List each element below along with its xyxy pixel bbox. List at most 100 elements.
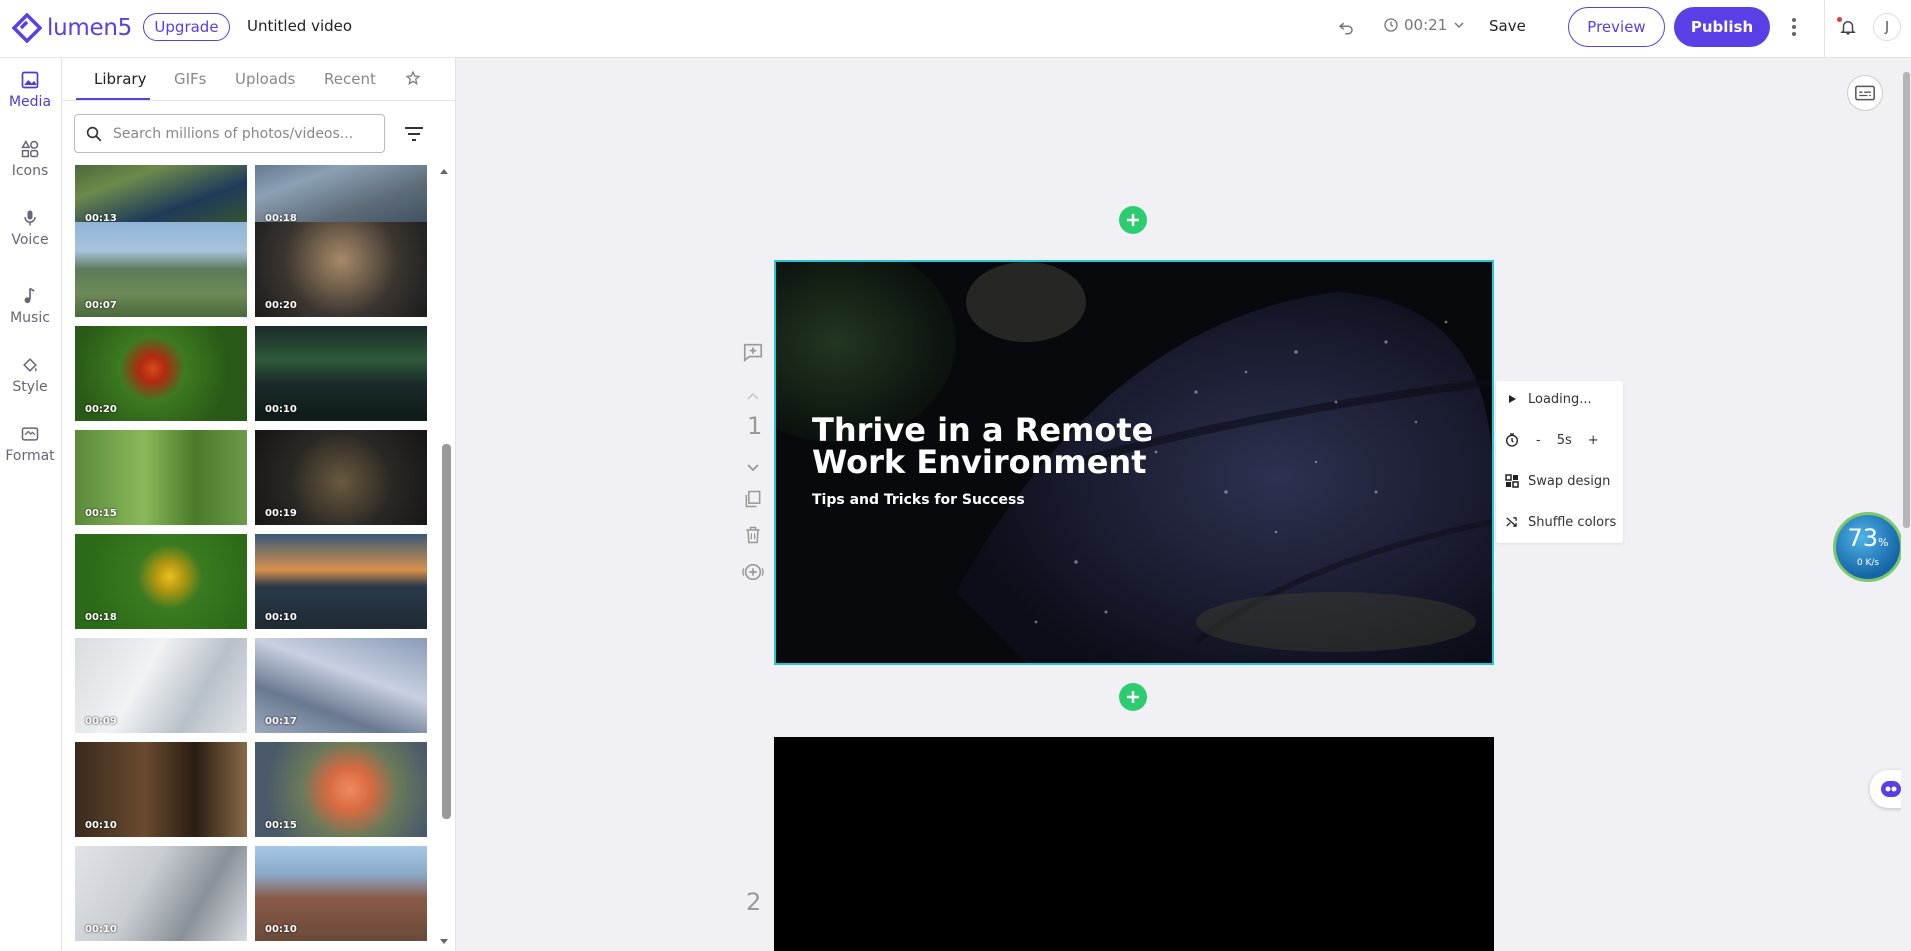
tab-gifs[interactable]: GIFs: [174, 70, 207, 88]
copy-icon: [745, 490, 761, 508]
tab-recent[interactable]: Recent: [324, 70, 376, 88]
rail-item-label: Format: [5, 448, 55, 464]
rail-item-label: Icons: [11, 163, 49, 179]
thumbnail-duration: 00:15: [265, 820, 297, 831]
add-element-button[interactable]: [741, 561, 765, 587]
media-thumbnail[interactable]: 00:18: [255, 165, 427, 230]
thumbnail-duration: 00:18: [85, 612, 117, 623]
undo-button[interactable]: [1333, 14, 1359, 40]
add-text-button[interactable]: [742, 341, 764, 367]
play-scene-button[interactable]: Loading...: [1496, 381, 1623, 417]
comment-plus-icon: [743, 343, 763, 362]
shapes-icon: [21, 139, 39, 158]
add-scene-button[interactable]: [1119, 683, 1147, 711]
speed-percent: 73: [1847, 524, 1879, 552]
duplicate-scene-button[interactable]: [743, 489, 763, 513]
media-thumbnail[interactable]: 00:10: [75, 846, 247, 941]
publish-button[interactable]: Publish: [1674, 7, 1770, 47]
rail-item-style[interactable]: Style: [0, 345, 60, 405]
speed-rate: 0 K/s: [1856, 558, 1880, 568]
media-thumbnail[interactable]: 00:10: [255, 846, 427, 941]
thumbnail-duration: 00:20: [85, 404, 117, 415]
more-options-button[interactable]: [1785, 15, 1803, 39]
media-scrollbar[interactable]: [437, 165, 453, 951]
delete-scene-button[interactable]: [743, 525, 763, 549]
media-thumbnail[interactable]: 00:19: [255, 430, 427, 525]
media-thumbnail[interactable]: 00:17: [255, 638, 427, 733]
rail-item-format[interactable]: Format: [0, 414, 60, 474]
duration-increase-button[interactable]: +: [1588, 433, 1599, 448]
search-input[interactable]: [113, 125, 363, 142]
scene-title-line-2: Work Environment: [812, 443, 1147, 481]
thumbnail-duration: 00:10: [85, 820, 117, 831]
aspect-ratio-icon: [21, 427, 39, 441]
media-thumbnail[interactable]: 00:13: [75, 165, 247, 230]
rail-item-music[interactable]: Music: [0, 276, 60, 336]
media-thumbnail[interactable]: 00:07: [75, 222, 247, 317]
paint-bucket-icon: [23, 358, 37, 372]
media-thumbnail[interactable]: 00:15: [75, 430, 247, 525]
scroll-thumb[interactable]: [442, 444, 451, 819]
thumbnail-duration: 00:10: [265, 404, 297, 415]
filter-button[interactable]: [402, 122, 426, 146]
scene-2-canvas[interactable]: [774, 737, 1494, 951]
swap-design-label: Swap design: [1528, 473, 1611, 489]
scene-1-canvas[interactable]: Thrive in a Remote Work Environment Tips…: [774, 260, 1494, 665]
layout-grid-icon: [1505, 474, 1519, 488]
play-icon: [1509, 395, 1516, 403]
music-note-icon: [24, 287, 35, 304]
duration-decrease-button[interactable]: -: [1536, 433, 1541, 448]
tab-favorites[interactable]: [405, 70, 421, 90]
rail-item-label: Media: [8, 94, 52, 110]
network-speed-widget[interactable]: 73% 0 K/s: [1833, 512, 1903, 582]
video-title[interactable]: Untitled video: [247, 17, 352, 35]
robot-face-icon: [1880, 781, 1901, 797]
thumbnail-duration: 00:07: [85, 300, 117, 311]
tab-library[interactable]: Library: [94, 70, 146, 88]
subtitles-button[interactable]: [1847, 75, 1883, 111]
rail-item-media[interactable]: Media: [0, 60, 60, 120]
save-button[interactable]: Save: [1489, 17, 1526, 35]
upgrade-button[interactable]: Upgrade: [143, 13, 230, 41]
move-up-button[interactable]: [746, 386, 760, 405]
lumen5-logo[interactable]: lumen5: [12, 12, 132, 44]
avatar[interactable]: J: [1873, 13, 1901, 41]
preview-button[interactable]: Preview: [1568, 7, 1665, 47]
rail-item-voice[interactable]: Voice: [0, 198, 60, 258]
media-thumbnail[interactable]: 00:20: [75, 326, 247, 421]
canvas-scrollbar[interactable]: [1901, 58, 1911, 951]
media-thumbnail[interactable]: 00:10: [255, 326, 427, 421]
search-box: [74, 114, 385, 153]
topbar-divider: [1824, 0, 1825, 58]
rail-item-label: Voice: [11, 232, 49, 248]
move-down-button[interactable]: [746, 458, 760, 477]
add-scene-button[interactable]: [1119, 206, 1147, 234]
speed-percent-sign: %: [1878, 536, 1889, 549]
swap-design-button[interactable]: Swap design: [1496, 463, 1623, 499]
scroll-up-arrow[interactable]: [440, 169, 448, 174]
notification-dot: [1837, 17, 1842, 22]
media-thumbnail[interactable]: 00:10: [75, 742, 247, 837]
tab-uploads[interactable]: Uploads: [235, 70, 295, 88]
canvas-scroll-thumb[interactable]: [1903, 72, 1910, 528]
media-thumbnail[interactable]: 00:20: [255, 222, 427, 317]
plus-icon: [1127, 214, 1139, 226]
media-tabs: Library GIFs Uploads Recent: [62, 58, 455, 101]
left-rail: Media Icons Voice Music Style Format: [0, 58, 62, 951]
scroll-down-arrow[interactable]: [440, 939, 448, 944]
scene-subtitle[interactable]: Tips and Tricks for Success: [812, 492, 1025, 508]
media-thumbnail[interactable]: 00:09: [75, 638, 247, 733]
shuffle-colors-button[interactable]: Shuffle colors: [1496, 504, 1623, 540]
notifications-button[interactable]: [1835, 14, 1861, 40]
scene-options-menu: Loading... - 5s + Swap design Shuffle co…: [1496, 381, 1623, 543]
media-panel: Library GIFs Uploads Recent 00:13 00:18 …: [62, 58, 456, 951]
media-thumbnail[interactable]: 00:15: [255, 742, 427, 837]
loading-label: Loading...: [1528, 391, 1592, 407]
trash-icon: [746, 526, 760, 544]
media-thumbnail[interactable]: 00:18: [75, 534, 247, 629]
duration-dropdown[interactable]: 00:21: [1383, 16, 1469, 34]
vertical-dots-icon: [1792, 18, 1796, 36]
rail-item-icons[interactable]: Icons: [0, 129, 60, 189]
media-thumbnail[interactable]: 00:10: [255, 534, 427, 629]
scene-title[interactable]: Thrive in a Remote Work Environment: [812, 414, 1153, 478]
